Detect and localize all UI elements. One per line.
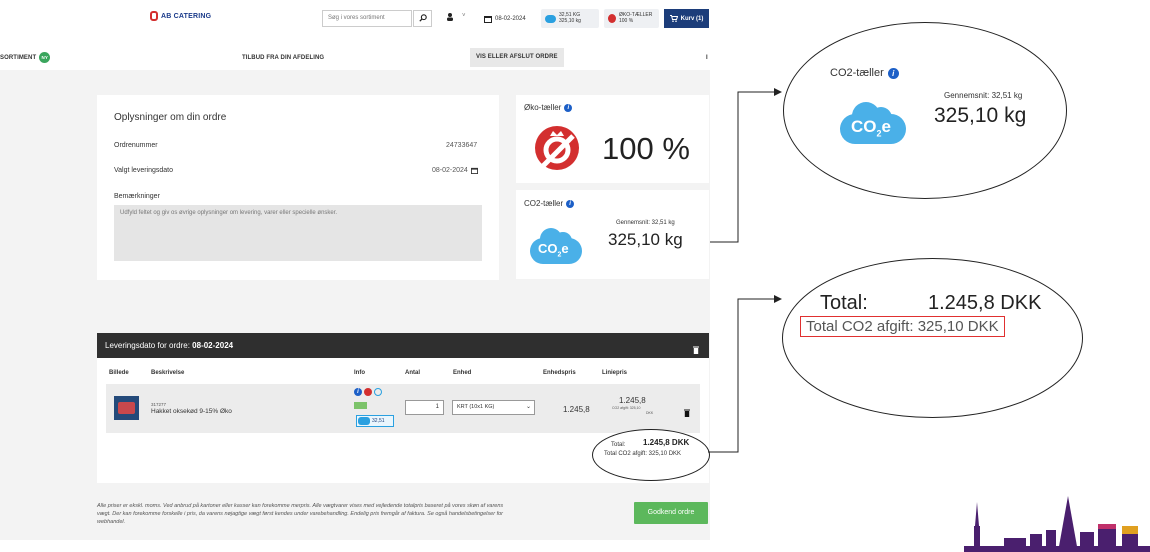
column-header-description: Beskrivelse xyxy=(151,370,185,376)
calendar-icon xyxy=(470,167,478,174)
oko-counter-value: 100 % xyxy=(602,131,690,166)
quantity-input[interactable]: 1 xyxy=(405,400,444,415)
info-icon[interactable]: i xyxy=(354,388,362,396)
new-badge: NY xyxy=(39,52,51,63)
remarks-textarea[interactable]: Udfyld feltet og giv os øvrige oplysning… xyxy=(114,205,482,261)
co2-zoom-average: Gennemsnit: 32,51 kg xyxy=(944,91,1023,100)
nav-view-order[interactable]: VIS ELLER AFSLUT ORDRE xyxy=(470,48,564,67)
unit-price: 1.245,8 xyxy=(563,405,590,414)
total-co2-tax: Total CO2 afgift: 325,10 DKK xyxy=(604,451,682,457)
oko-label-icon xyxy=(533,124,581,177)
app-window: AB CATERING Søg i vores sortiment ˅ 08-0… xyxy=(0,0,710,540)
co2-counter-value: 325,10 kg xyxy=(608,230,683,249)
total-zoom-label: Total: xyxy=(820,292,868,314)
chevron-down-icon: ⌄ xyxy=(525,404,531,410)
co2-chip-total: 325,10 kg xyxy=(559,18,581,24)
leaf-badge-icon xyxy=(354,402,367,409)
info-icon[interactable]: i xyxy=(564,103,573,112)
total-zoom-value: 1.245,8 DKK xyxy=(928,292,1042,314)
column-header-quantity: Antal xyxy=(405,370,420,376)
co2e-cloud-icon: CO2e xyxy=(530,226,582,264)
approve-order-button[interactable]: Godkend ordre xyxy=(634,502,708,524)
oko-label-icon xyxy=(364,388,372,396)
oko-counter-header: Øko-tæller i xyxy=(524,103,573,112)
column-header-line-price: Liniepris xyxy=(602,370,628,376)
header-delivery-date: 08-02-2024 xyxy=(495,16,526,22)
info-icon[interactable]: i xyxy=(566,199,575,208)
total-zoom-co2-line: Total CO2 afgift: 325,10 DKK xyxy=(806,318,999,335)
search-input[interactable]: Søg i vores sortiment xyxy=(322,10,412,27)
oko-label-icon xyxy=(608,14,616,23)
order-lines-header: Leveringsdato for ordre: 08-02-2024 xyxy=(97,333,709,358)
column-header-image: Billede xyxy=(109,370,129,376)
co2-cloud-icon xyxy=(545,14,556,23)
user-icon[interactable] xyxy=(447,13,453,23)
nav-offers[interactable]: TILBUD FRA DIN AFDELING xyxy=(242,55,324,61)
nav-sortiment-label: SORTIMENT xyxy=(0,55,37,62)
cart-icon xyxy=(669,15,678,22)
unit-select[interactable]: KRT (10x1 KG) ⌄ xyxy=(452,400,535,415)
co2-zoom-title: CO2-tæller xyxy=(830,67,884,79)
line-co2-unit: DKK xyxy=(646,411,654,415)
column-header-info: Info xyxy=(354,370,365,376)
co2-badge: 32,51 xyxy=(356,415,394,427)
total-zoom-ellipse xyxy=(782,258,1083,418)
order-info-title: Oplysninger om din ordre xyxy=(114,112,227,123)
delivery-date-strong: 08-02-2024 xyxy=(192,341,234,350)
company-logo[interactable]: AB CATERING xyxy=(150,11,211,21)
co2-zoom-header: CO2-tæller i xyxy=(830,67,899,79)
oko-chip-value: 100 % xyxy=(619,18,634,24)
snowflake-icon xyxy=(374,388,382,396)
calendar-icon xyxy=(484,16,492,23)
total-label: Total: xyxy=(611,442,626,448)
co2-average-label: Gennemsnit: 32,51 kg xyxy=(616,220,675,226)
delivery-date-value: 08-02-2024 xyxy=(432,167,468,174)
product-description[interactable]: Hakket oksekød 9-15% Øko xyxy=(151,408,232,415)
order-number-value: 24733647 xyxy=(446,142,478,149)
unit-select-value: KRT (10x1 KG) xyxy=(457,404,495,410)
delivery-date-field[interactable]: 08-02-2024 xyxy=(432,167,478,174)
line-co2-tax: CO2 afgift: 325,10 xyxy=(612,406,641,410)
search-icon xyxy=(418,14,427,22)
product-sku: 317277 xyxy=(151,402,167,407)
info-icon: i xyxy=(887,67,899,79)
nav-sortiment[interactable]: SORTIMENT NY xyxy=(0,52,51,63)
total-zoom-co2-box: Total CO2 afgift: 325,10 DKK xyxy=(800,316,1005,337)
co2-counter-title: CO2-tæller xyxy=(524,199,564,208)
line-price: 1.245,8 xyxy=(619,396,646,405)
co2e-cloud-icon: CO2e xyxy=(840,100,906,144)
column-header-unit: Enhed xyxy=(453,370,472,376)
price-disclaimer: Alle priser er ekskl. moms. Ved anbrud p… xyxy=(97,503,504,525)
cart-button[interactable]: Kurv (1) xyxy=(664,9,709,28)
co2-cloud-icon xyxy=(358,417,370,425)
total-value: 1.245,8 DKK xyxy=(643,438,690,447)
product-info-icons: i xyxy=(354,388,382,396)
co2-counter-chip[interactable]: 32,51 KG 325,10 kg xyxy=(541,9,599,28)
remarks-label: Bemærkninger xyxy=(114,193,160,200)
oko-counter-chip[interactable]: ØKO-TÆLLER 100 % xyxy=(604,9,659,28)
trash-icon[interactable] xyxy=(693,341,699,359)
order-number-label: Ordrenummer xyxy=(114,142,158,149)
co2-counter-header: CO2-tæller i xyxy=(524,199,575,208)
delivery-date-selector[interactable]: 08-02-2024 xyxy=(484,15,526,23)
delivery-date-label: Valgt leveringsdato xyxy=(114,167,174,174)
logo-mark-icon xyxy=(150,11,158,21)
nav-overflow[interactable]: I xyxy=(706,55,708,61)
co2-badge-value: 32,51 xyxy=(372,418,385,424)
delete-line-trash-icon[interactable] xyxy=(684,404,690,422)
logo-text: AB CATERING xyxy=(161,12,212,20)
user-menu-chevron-icon[interactable]: ˅ xyxy=(462,13,466,19)
column-header-unit-price: Enhedspris xyxy=(543,370,576,376)
skyline-logo xyxy=(964,496,1150,552)
product-image[interactable] xyxy=(114,396,139,420)
search-button[interactable] xyxy=(413,10,432,27)
co2-zoom-value: 325,10 kg xyxy=(934,104,1027,127)
cart-label: Kurv (1) xyxy=(680,15,704,22)
oko-counter-title: Øko-tæller xyxy=(524,103,562,112)
delivery-date-prefix: Leveringsdato for ordre: xyxy=(105,341,190,350)
